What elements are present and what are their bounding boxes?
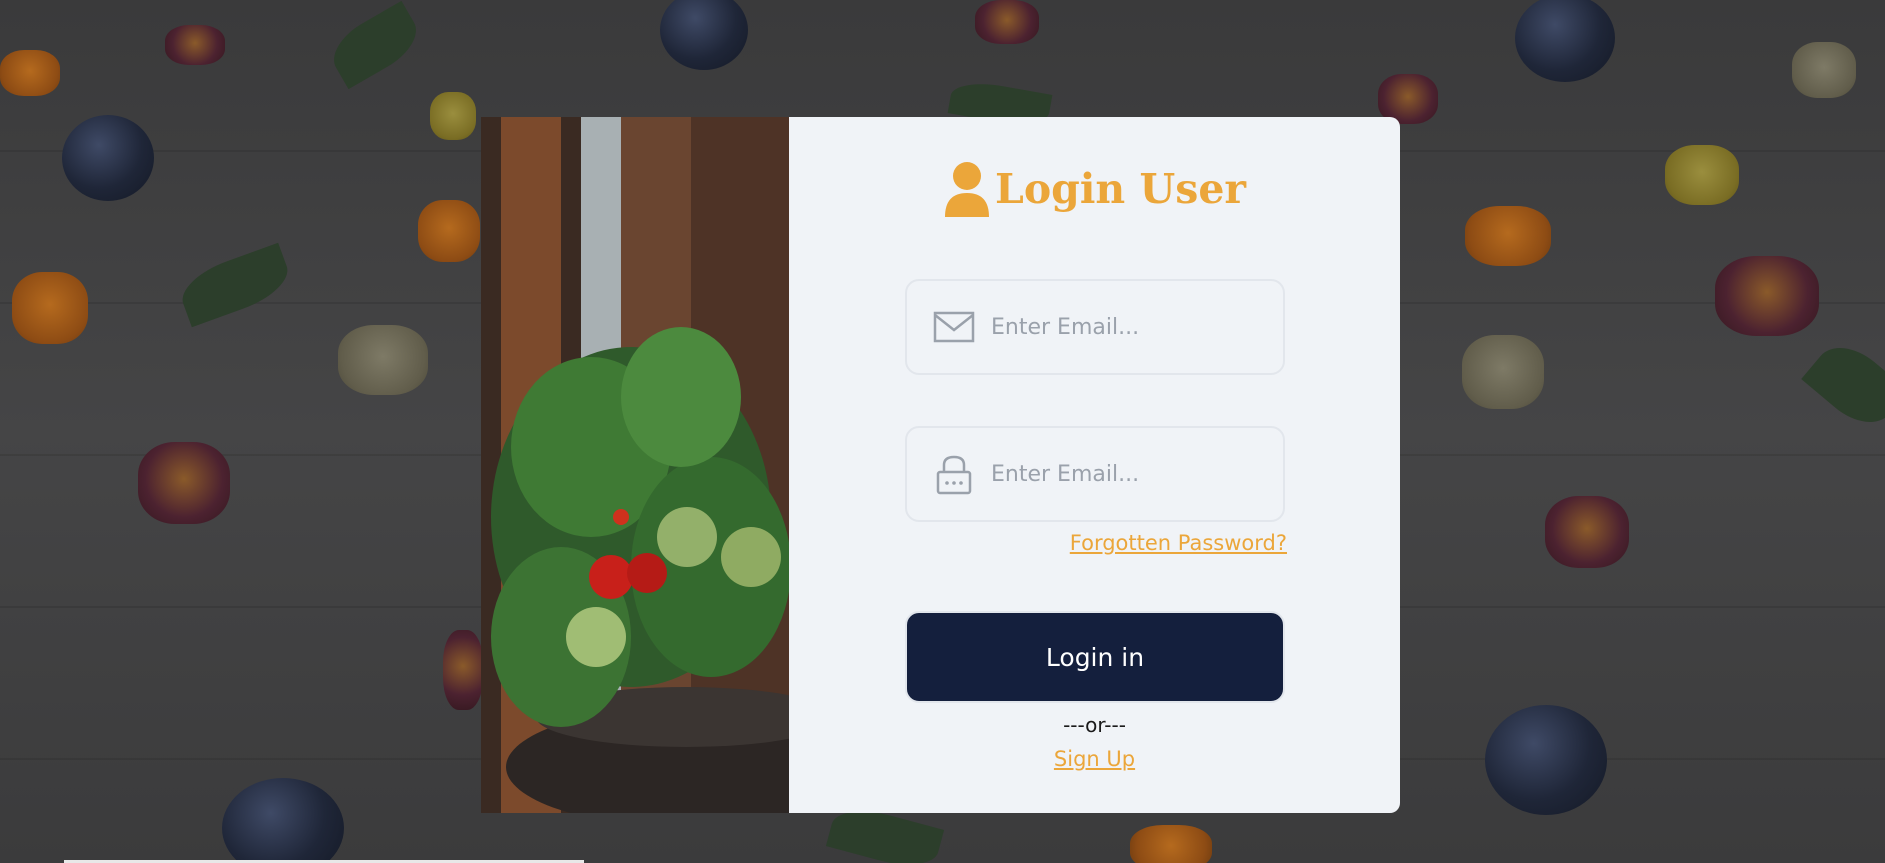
carrot-slice-decoration xyxy=(443,630,483,710)
login-form: Login User Forgotten Password? Login in … xyxy=(789,117,1400,813)
signup-link[interactable]: Sign Up xyxy=(789,747,1400,771)
login-card: Login User Forgotten Password? Login in … xyxy=(481,117,1400,813)
or-separator: ---or--- xyxy=(1063,713,1126,737)
user-icon xyxy=(944,162,989,217)
carrot-slice-decoration xyxy=(138,442,230,524)
carrot-slice-decoration xyxy=(1792,42,1856,98)
carrot-slice-decoration xyxy=(338,325,428,395)
carrot-slice-decoration xyxy=(1462,335,1544,409)
carrot-slice-decoration xyxy=(1665,145,1739,205)
email-input[interactable] xyxy=(989,313,1263,341)
carrot-slice-decoration xyxy=(418,200,480,262)
carrot-slice-decoration xyxy=(12,272,88,344)
carrot-slice-decoration xyxy=(0,50,60,96)
page-title: Login User xyxy=(789,161,1400,217)
carrot-slice-decoration xyxy=(165,25,225,65)
password-field[interactable] xyxy=(905,426,1285,522)
carrot-slice-decoration xyxy=(1715,256,1819,336)
email-field[interactable] xyxy=(905,279,1285,375)
blueberry-decoration xyxy=(1485,705,1607,815)
blueberry-decoration xyxy=(62,115,154,201)
carrot-slice-decoration xyxy=(1545,496,1629,568)
envelope-icon xyxy=(933,311,975,343)
forgot-password-link[interactable]: Forgotten Password? xyxy=(1070,531,1287,555)
tomato-plant-illustration xyxy=(481,117,789,813)
carrot-slice-decoration xyxy=(1130,825,1212,863)
page-title-text: Login User xyxy=(994,165,1247,213)
lock-icon xyxy=(936,455,972,495)
password-input[interactable] xyxy=(989,460,1263,488)
login-button[interactable]: Login in xyxy=(905,611,1285,703)
carrot-slice-decoration xyxy=(975,0,1039,44)
carrot-slice-decoration xyxy=(430,92,476,140)
carrot-slice-decoration xyxy=(1465,206,1551,266)
tomato-plant-image xyxy=(481,117,789,813)
